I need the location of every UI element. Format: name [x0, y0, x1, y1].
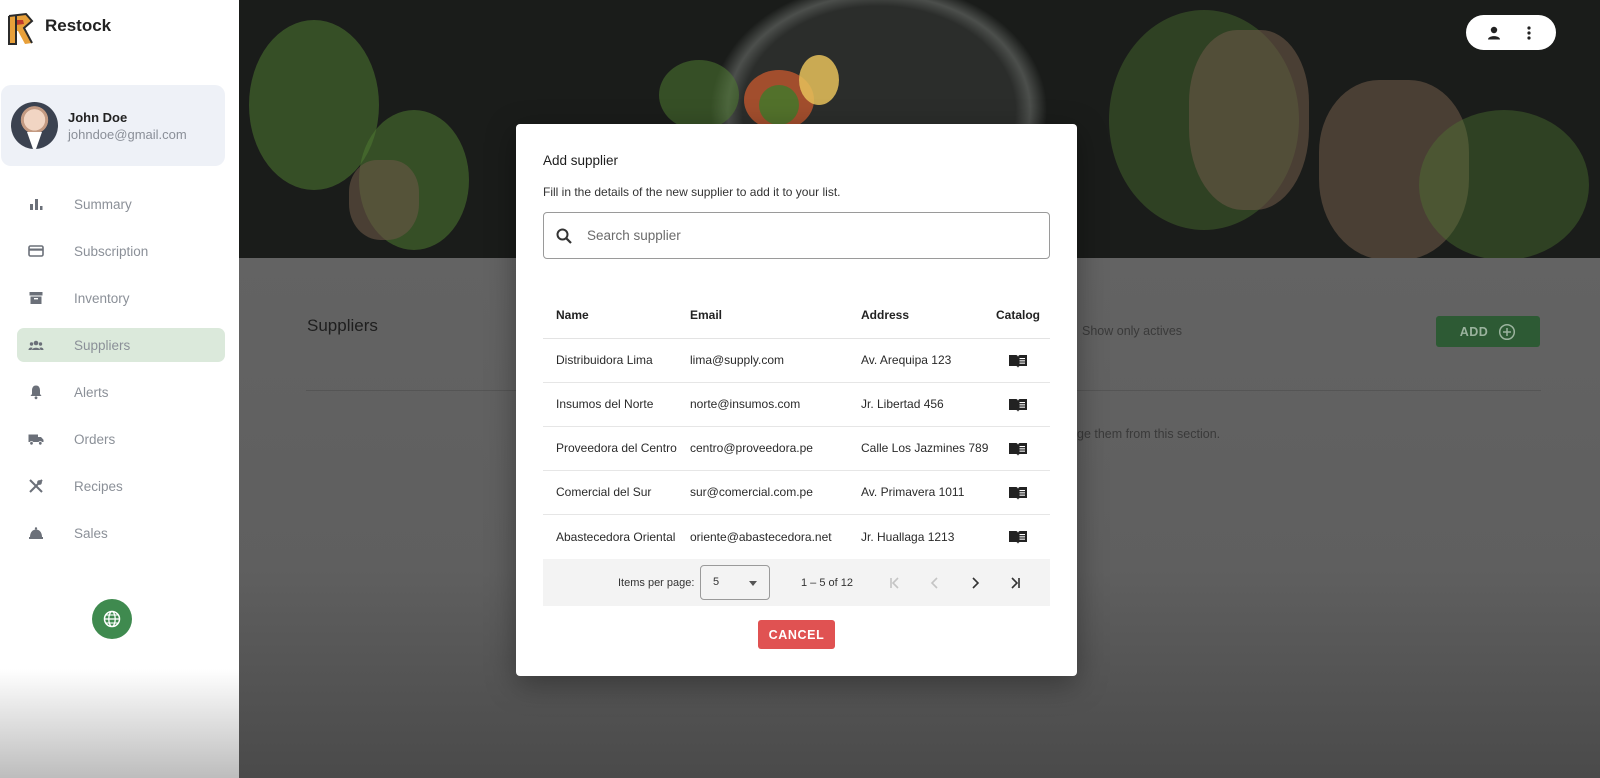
table-row[interactable]: Distribuidora Lima lima@supply.com Av. A…: [543, 339, 1050, 383]
supplier-address: Calle Los Jazmines 789: [861, 441, 989, 455]
more-vertical-icon[interactable]: [1521, 25, 1537, 41]
sidebar-item-label: Summary: [74, 196, 132, 212]
previous-page-icon[interactable]: [926, 574, 944, 592]
empty-state-hint: ge them from this section.: [1077, 427, 1221, 441]
items-per-page-label: Items per page:: [618, 576, 695, 589]
sidebar-item-label: Orders: [74, 431, 116, 447]
restock-logo-icon: [8, 12, 34, 45]
table-row[interactable]: Comercial del Sur sur@comercial.com.pe A…: [543, 471, 1050, 515]
table-row[interactable]: Abastecedora Oriental oriente@abastecedo…: [543, 515, 1050, 559]
search-supplier-field[interactable]: [543, 212, 1050, 259]
chevron-down-icon: [749, 581, 757, 586]
table-paginator: Items per page: 5 1 – 5 of 12: [543, 559, 1050, 606]
catalog-cell: [993, 485, 1043, 501]
supplier-email: sur@comercial.com.pe: [690, 485, 813, 499]
user-name: John Doe: [68, 110, 128, 125]
dialog-title: Add supplier: [543, 153, 619, 168]
catalog-cell: [993, 529, 1043, 545]
supplier-name: Abastecedora Oriental: [556, 529, 676, 544]
catalog-book-icon[interactable]: [1008, 397, 1028, 413]
utensils-icon: [29, 479, 43, 493]
people-icon: [28, 340, 44, 350]
page-size-select[interactable]: 5: [700, 565, 770, 600]
supplier-name: Comercial del Sur: [556, 485, 652, 499]
sidebar-item-summary[interactable]: Summary: [17, 187, 225, 221]
catalog-book-icon[interactable]: [1008, 441, 1028, 457]
add-button-label: ADD: [1459, 324, 1489, 339]
sidebar-item-label: Suppliers: [74, 337, 131, 353]
add-supplier-button[interactable]: ADD: [1436, 316, 1540, 347]
page-range-label: 1 – 5 of 12: [801, 576, 853, 589]
sidebar-item-label: Sales: [74, 525, 108, 541]
column-header-name[interactable]: Name: [556, 307, 690, 324]
sidebar: Restock John Doe johndoe@gmail.com Summa…: [0, 0, 239, 778]
catalog-cell: [993, 353, 1043, 369]
last-page-icon[interactable]: [1006, 574, 1024, 592]
bell-icon: [30, 385, 42, 400]
supplier-address: Jr. Huallaga 1213: [861, 529, 955, 544]
sidebar-item-label: Recipes: [74, 478, 123, 494]
supplier-email: lima@supply.com: [690, 353, 784, 367]
truck-icon: [28, 434, 44, 446]
add-supplier-dialog: Add supplier Fill in the details of the …: [516, 124, 1077, 676]
column-header-catalog: Catalog: [995, 308, 1040, 322]
supplier-name: Proveedora del Centro: [556, 441, 677, 455]
supplier-name: Distribuidora Lima: [556, 353, 653, 367]
page-title: Suppliers: [307, 316, 378, 335]
sidebar-item-alerts[interactable]: Alerts: [17, 375, 225, 409]
sidebar-item-inventory[interactable]: Inventory: [17, 281, 225, 315]
sidebar-item-sales[interactable]: Sales: [17, 516, 225, 550]
catalog-cell: [993, 397, 1043, 413]
catalog-book-icon[interactable]: [1008, 485, 1028, 501]
sidebar-item-label: Subscription: [74, 243, 149, 259]
catalog-cell: [993, 441, 1043, 457]
next-page-icon[interactable]: [966, 574, 984, 592]
brand[interactable]: Restock: [6, 12, 111, 46]
topbar-actions: [1466, 15, 1556, 50]
credit-card-icon: [28, 245, 44, 257]
add-circle-icon: [1499, 323, 1516, 340]
app-name: Restock: [45, 16, 112, 35]
sidebar-item-subscription[interactable]: Subscription: [17, 234, 225, 268]
table-row[interactable]: Proveedora del Centro centro@proveedora.…: [543, 427, 1050, 471]
supplier-address: Jr. Libertad 456: [861, 397, 944, 411]
bar-chart-icon: [30, 199, 43, 210]
language-button[interactable]: [92, 599, 132, 639]
account-icon[interactable]: [1486, 25, 1502, 41]
search-icon: [556, 228, 572, 244]
show-only-actives-toggle-label[interactable]: Show only actives: [1082, 324, 1182, 338]
suppliers-table: Name Email Address Catalog Distribuidora…: [543, 293, 1050, 559]
supplier-address: Av. Arequipa 123: [861, 353, 952, 367]
sidebar-item-suppliers[interactable]: Suppliers: [17, 328, 225, 362]
supplier-email: norte@insumos.com: [690, 397, 801, 411]
sidebar-item-orders[interactable]: Orders: [17, 422, 225, 456]
catalog-book-icon[interactable]: [1008, 353, 1028, 369]
search-input[interactable]: [587, 228, 1027, 243]
supplier-name: Insumos del Norte: [556, 397, 654, 411]
dialog-subtitle: Fill in the details of the new supplier …: [543, 185, 841, 199]
globe-icon: [103, 610, 121, 628]
first-page-icon[interactable]: [886, 574, 904, 592]
sales-icon: [29, 527, 43, 539]
user-email: johndoe@gmail.com: [68, 127, 187, 142]
archive-box-icon: [29, 292, 43, 304]
column-header-address[interactable]: Address: [861, 307, 993, 324]
avatar: [11, 102, 58, 149]
page-size-value: 5: [713, 576, 720, 588]
user-profile-card[interactable]: John Doe johndoe@gmail.com: [1, 85, 225, 166]
supplier-email: centro@proveedora.pe: [690, 441, 813, 455]
cancel-button[interactable]: CANCEL: [758, 620, 835, 649]
supplier-address: Av. Primavera 1011: [861, 485, 965, 499]
table-row[interactable]: Insumos del Norte norte@insumos.com Jr. …: [543, 383, 1050, 427]
sidebar-item-recipes[interactable]: Recipes: [17, 469, 225, 503]
sidebar-item-label: Alerts: [74, 384, 109, 400]
supplier-email: oriente@abastecedora.net: [690, 529, 832, 544]
catalog-book-icon[interactable]: [1008, 529, 1028, 545]
sidebar-nav: Summary Subscription Inventory Suppliers…: [17, 187, 225, 563]
column-header-email[interactable]: Email: [690, 307, 861, 324]
sidebar-item-label: Inventory: [74, 290, 130, 306]
table-header: Name Email Address Catalog: [543, 293, 1050, 339]
